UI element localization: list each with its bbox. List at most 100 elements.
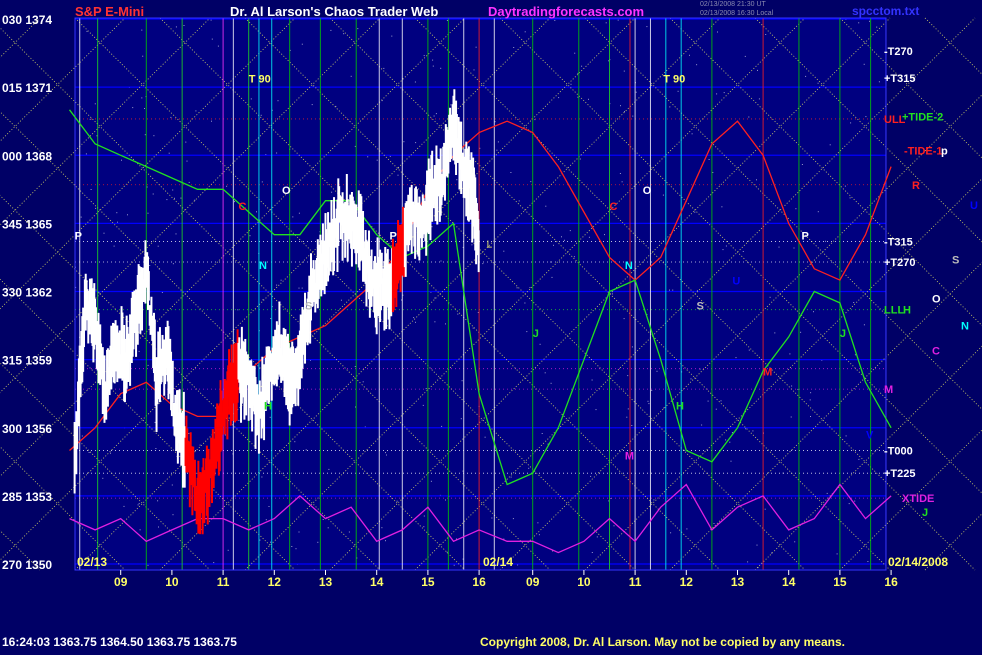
star-dot bbox=[453, 564, 455, 566]
star-dot bbox=[265, 519, 267, 521]
timestamp-local: 02/13/2008 16:30 Local bbox=[700, 10, 774, 17]
date-label: 02/14/2008 bbox=[888, 555, 948, 569]
star-dot bbox=[484, 436, 486, 438]
star-dot bbox=[648, 403, 650, 405]
chart-annotation: S bbox=[305, 301, 312, 313]
star-dot bbox=[551, 276, 553, 278]
star-dot bbox=[423, 526, 425, 528]
site-link[interactable]: Daytradingforecasts.com bbox=[488, 4, 644, 19]
star-dot bbox=[155, 448, 157, 449]
chaos-chart: 030 1374 015 1371 000 1368 345 1365 330 1362… bbox=[0, 13, 982, 589]
star-dot bbox=[383, 67, 385, 69]
star-dot bbox=[301, 43, 303, 45]
star-dot bbox=[752, 430, 754, 432]
star-dot bbox=[152, 193, 154, 195]
star-dot bbox=[269, 416, 271, 418]
star-dot bbox=[577, 96, 579, 98]
star-dot bbox=[354, 145, 356, 147]
star-dot bbox=[199, 444, 201, 446]
star-dot bbox=[530, 181, 532, 183]
star-dot bbox=[294, 441, 296, 443]
chart-annotation: T 90 bbox=[663, 74, 685, 86]
chart-annotation: T 90 bbox=[249, 74, 271, 86]
star-dot bbox=[260, 114, 262, 116]
star-dot bbox=[270, 541, 271, 543]
star-dot bbox=[147, 212, 149, 214]
star-dot bbox=[545, 205, 547, 207]
star-dot bbox=[348, 531, 350, 533]
star-dot bbox=[769, 296, 771, 298]
star-dot bbox=[440, 260, 442, 262]
star-dot bbox=[554, 19, 556, 21]
star-dot bbox=[624, 111, 625, 113]
x-tick-label: 10 bbox=[577, 575, 591, 589]
star-dot bbox=[430, 480, 432, 482]
star-dot bbox=[686, 528, 688, 530]
star-dot bbox=[613, 525, 615, 527]
star-dot bbox=[725, 439, 727, 441]
x-tick-label: 09 bbox=[526, 575, 540, 589]
star-dot bbox=[280, 279, 282, 281]
star-dot bbox=[259, 539, 261, 541]
x-tick-label: 13 bbox=[731, 575, 745, 589]
star-dot bbox=[774, 332, 776, 334]
star-dot bbox=[157, 245, 159, 247]
star-dot bbox=[627, 408, 629, 410]
star-dot bbox=[715, 408, 717, 410]
star-dot bbox=[854, 500, 856, 502]
star-dot bbox=[86, 30, 88, 32]
star-dot bbox=[328, 468, 330, 470]
star-dot bbox=[631, 425, 633, 426]
star-dot bbox=[672, 289, 674, 291]
right-level-label: U bbox=[970, 200, 978, 212]
star-dot bbox=[137, 504, 139, 506]
star-dot bbox=[403, 141, 405, 143]
star-dot bbox=[850, 122, 852, 124]
star-dot bbox=[845, 435, 847, 437]
chart-annotation: S bbox=[697, 301, 704, 313]
star-dot bbox=[595, 409, 597, 411]
star-dot bbox=[90, 189, 92, 190]
star-dot bbox=[621, 181, 623, 183]
star-dot bbox=[249, 235, 251, 237]
star-dot bbox=[138, 350, 140, 352]
star-dot bbox=[141, 29, 143, 31]
right-level-label: S bbox=[952, 255, 959, 267]
x-tick-label: 09 bbox=[114, 575, 128, 589]
star-dot bbox=[460, 418, 462, 420]
star-dot bbox=[550, 261, 552, 263]
star-dot bbox=[142, 55, 144, 57]
star-dot bbox=[756, 544, 758, 546]
star-dot bbox=[110, 452, 111, 454]
star-dot bbox=[357, 28, 359, 30]
star-dot bbox=[510, 172, 512, 173]
star-dot bbox=[194, 199, 196, 201]
star-dot bbox=[817, 82, 819, 84]
star-dot bbox=[496, 149, 498, 151]
star-dot bbox=[291, 546, 293, 547]
star-dot bbox=[354, 366, 356, 367]
star-dot bbox=[81, 435, 83, 437]
star-dot bbox=[826, 492, 828, 494]
star-dot bbox=[631, 346, 633, 348]
right-level-label: H bbox=[903, 305, 911, 317]
y-tick-label: 330 1362 bbox=[2, 286, 52, 300]
star-dot bbox=[317, 541, 319, 543]
star-dot bbox=[276, 152, 278, 154]
star-dot bbox=[722, 249, 724, 251]
x-tick-label: 14 bbox=[782, 575, 796, 589]
star-dot bbox=[662, 194, 664, 196]
star-dot bbox=[677, 90, 679, 92]
star-dot bbox=[261, 181, 263, 183]
x-tick-label: 12 bbox=[680, 575, 694, 589]
star-dot bbox=[716, 93, 718, 95]
right-level-label: -T315 bbox=[884, 237, 913, 249]
star-dot bbox=[311, 104, 313, 106]
star-dot bbox=[529, 287, 531, 288]
star-dot bbox=[434, 321, 436, 323]
star-dot bbox=[376, 159, 378, 161]
star-dot bbox=[795, 208, 797, 210]
star-dot bbox=[441, 425, 443, 427]
page-title: Dr. Al Larson's Chaos Trader Web bbox=[230, 4, 439, 19]
star-dot bbox=[858, 22, 860, 24]
